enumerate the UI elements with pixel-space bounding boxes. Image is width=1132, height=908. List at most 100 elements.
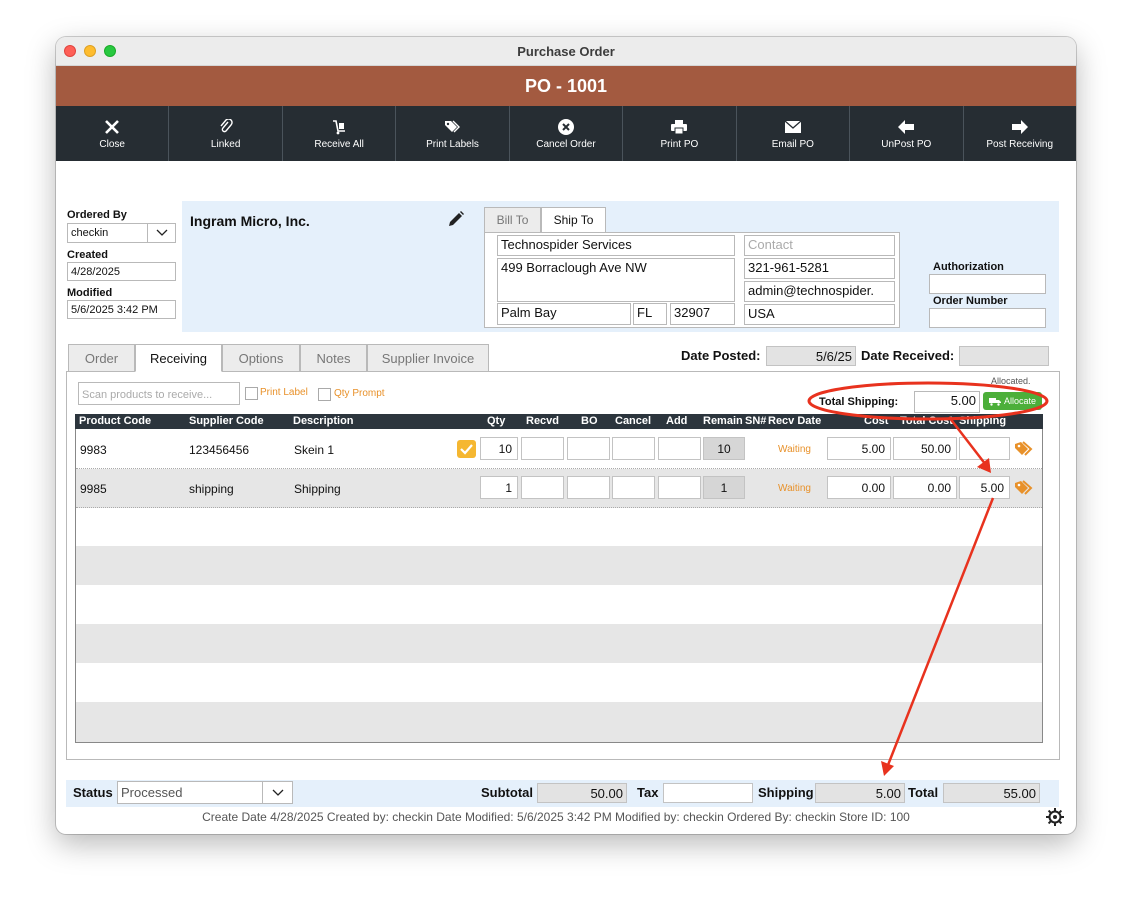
scan-products-input[interactable]: Scan products to receive... [78,382,240,405]
arrow-right-icon [1011,117,1028,137]
tab-bill-to[interactable]: Bill To [484,207,541,233]
ship-zip-field[interactable]: 32907 [670,303,735,325]
created-field[interactable]: 4/28/2025 [67,262,176,281]
ship-state-field[interactable]: FL [633,303,667,325]
col-remain: Remain [703,415,743,427]
bo-input[interactable] [567,476,610,499]
linked-button[interactable]: Linked [169,106,283,161]
add-input[interactable] [658,476,701,499]
qty-prompt-checkbox[interactable] [318,388,331,401]
close-icon [104,117,120,137]
shipping-input[interactable]: 5.00 [959,476,1010,499]
table-row[interactable]: 9985 shipping Shipping 1 1 Waiting 0.00 … [76,469,1042,508]
date-posted-label: Date Posted: [681,348,761,363]
qty-input[interactable]: 1 [480,476,518,499]
ship-city-field[interactable]: Palm Bay [497,303,631,325]
price-tag-icon[interactable] [1014,441,1034,457]
cancel-order-button[interactable]: Cancel Order [510,106,624,161]
date-received-field[interactable] [959,346,1049,366]
shipping-total-field[interactable]: 5.00 [815,783,905,803]
remain-value: 10 [703,437,745,460]
qty-prompt-text: Qty Prompt [334,388,385,399]
title-bar: Purchase Order [56,37,1076,66]
tab-notes[interactable]: Notes [300,344,367,372]
minimize-window-button[interactable] [84,45,96,57]
close-window-button[interactable] [64,45,76,57]
total-cost-input[interactable]: 50.00 [893,437,957,460]
total-shipping-field[interactable]: 5.00 [914,391,980,413]
ship-company-field[interactable]: Technospider Services [497,235,735,256]
gear-icon[interactable] [1046,808,1064,829]
col-product-code: Product Code [79,415,152,427]
print-labels-button-label: Print Labels [426,139,479,150]
zoom-window-button[interactable] [104,45,116,57]
tax-field[interactable] [663,783,753,803]
supplier-code-cell: shipping [189,482,234,496]
subtotal-field[interactable]: 50.00 [537,783,627,803]
tab-order[interactable]: Order [68,344,135,372]
receive-all-button[interactable]: Receive All [283,106,397,161]
print-label-checkbox[interactable] [245,387,258,400]
shipping-input[interactable] [959,437,1010,460]
recvd-input[interactable] [521,476,564,499]
cost-input[interactable]: 5.00 [827,437,891,460]
post-receiving-button[interactable]: Post Receiving [964,106,1076,161]
authorization-field[interactable] [929,274,1046,294]
product-code-cell: 9983 [80,443,107,457]
add-input[interactable] [658,437,701,460]
email-po-button[interactable]: Email PO [737,106,851,161]
po-number-banner: PO - 1001 [56,66,1076,106]
ship-email-field[interactable]: admin@technospider. [744,281,895,302]
tab-receiving[interactable]: Receiving [135,344,222,372]
cost-input[interactable]: 0.00 [827,476,891,499]
tags-icon [444,117,462,137]
tab-options[interactable]: Options [222,344,300,372]
ship-street-field[interactable]: 499 Borraclough Ave NW [497,258,735,302]
date-posted-field[interactable]: 5/6/25 [766,346,856,366]
post-receiving-button-label: Post Receiving [986,139,1054,150]
envelope-icon [784,117,801,137]
col-qty: Qty [487,415,506,427]
status-label: Status [73,785,113,800]
cancel-input[interactable] [612,437,655,460]
print-labels-button[interactable]: Print Labels [396,106,510,161]
col-total-cost: Total Cost [900,415,953,427]
total-cost-input[interactable]: 0.00 [893,476,957,499]
remain-value: 1 [703,476,745,499]
annotation-arrowhead [881,761,894,776]
order-number-field[interactable] [929,308,1046,328]
edit-vendor-pencil-icon[interactable] [447,210,465,231]
qty-input[interactable]: 10 [480,437,518,460]
cancel-input[interactable] [612,476,655,499]
recv-date-status: Waiting [778,483,811,494]
printer-icon [671,117,688,137]
authorization-label: Authorization [933,261,1004,273]
ship-country-field[interactable]: USA [744,304,895,325]
description-cell: Shipping [294,482,341,496]
bo-input[interactable] [567,437,610,460]
table-row[interactable]: 9983 123456456 Skein 1 10 10 Waiting 5.0… [76,430,1042,469]
col-shipping: Shipping [959,415,1007,427]
received-checkbox-checked[interactable] [457,440,476,458]
tab-supplier-invoice[interactable]: Supplier Invoice [367,344,489,372]
tab-ship-to[interactable]: Ship To [541,207,606,233]
cancel-circle-icon [557,117,574,137]
print-po-button[interactable]: Print PO [623,106,737,161]
col-recvd: Recvd [526,415,560,427]
total-field[interactable]: 55.00 [943,783,1040,803]
recvd-input[interactable] [521,437,564,460]
ship-contact-field[interactable]: Contact [744,235,895,256]
ordered-by-select[interactable]: checkin [67,223,176,243]
unpost-po-button[interactable]: UnPost PO [850,106,964,161]
col-recv-date: Recv Date [768,415,822,427]
status-select[interactable]: Processed [117,781,293,804]
close-button[interactable]: Close [56,106,170,161]
col-bo: BO [581,415,598,427]
price-tag-icon[interactable] [1014,480,1034,496]
modified-field[interactable]: 5/6/2025 3:42 PM [67,300,176,319]
chevron-down-icon [147,224,175,242]
status-value: Processed [121,785,183,800]
ship-phone-field[interactable]: 321-961-5281 [744,258,895,279]
allocate-button[interactable]: Allocate [983,392,1042,410]
vendor-name: Ingram Micro, Inc. [190,213,310,229]
